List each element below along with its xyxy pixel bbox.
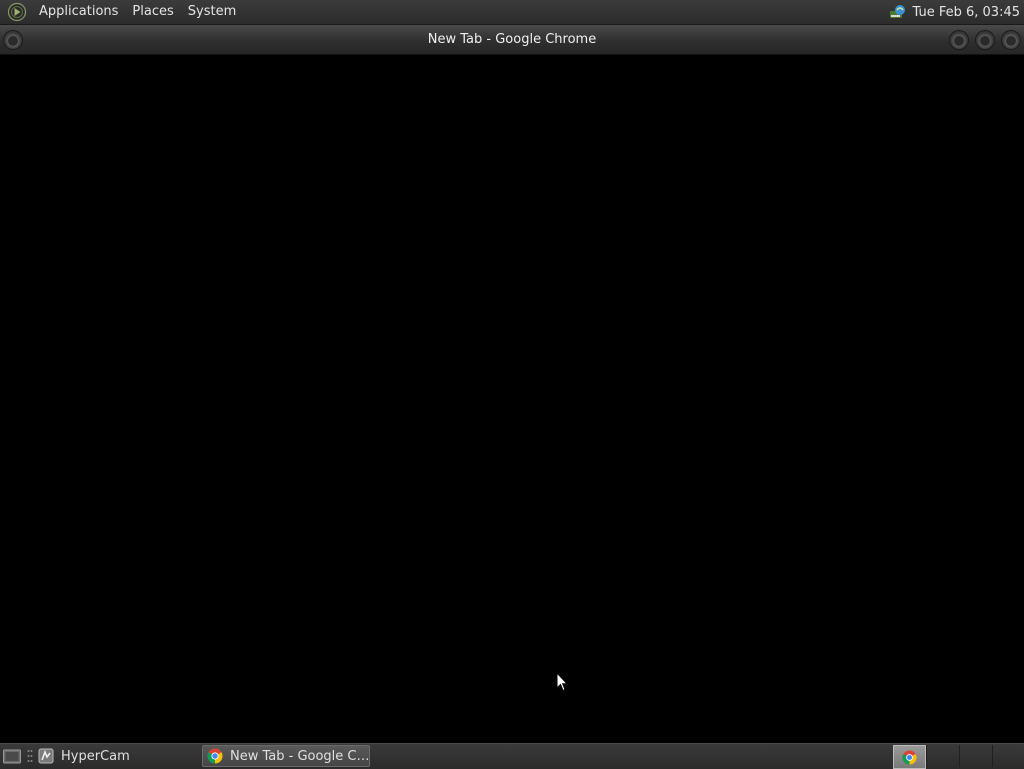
- workspace-4[interactable]: [992, 745, 1024, 767]
- clock[interactable]: Tue Feb 6, 03:45: [913, 5, 1021, 20]
- chrome-icon: [902, 749, 917, 765]
- window-title: New Tab - Google Chrome: [427, 32, 597, 47]
- taskbar-item-hypercam[interactable]: HyperCam: [34, 745, 198, 767]
- minimize-button[interactable]: [950, 31, 968, 49]
- maximize-button[interactable]: [976, 31, 994, 49]
- hypercam-icon: [38, 748, 54, 764]
- taskbar-item-label: New Tab - Google C…: [230, 748, 370, 764]
- browser-content-area[interactable]: [0, 55, 1024, 743]
- window-titlebar[interactable]: New Tab - Google Chrome: [0, 25, 1024, 55]
- menu-logo-icon[interactable]: [7, 2, 27, 22]
- bottom-panel: HyperCam New Tab - Google C…: [0, 743, 1024, 769]
- close-button[interactable]: [1002, 31, 1020, 49]
- taskbar-item-label: HyperCam: [61, 748, 130, 764]
- network-status-icon[interactable]: [889, 3, 907, 21]
- workspace-1[interactable]: [893, 745, 926, 769]
- mouse-cursor-icon: [556, 672, 568, 692]
- show-desktop-icon[interactable]: [3, 749, 21, 764]
- workspace-2[interactable]: [926, 745, 958, 767]
- taskbar-item-chrome[interactable]: New Tab - Google C…: [202, 745, 370, 767]
- top-panel: Applications Places System Tue Feb 6, 03…: [0, 0, 1024, 25]
- panel-drag-handle[interactable]: [27, 748, 33, 765]
- workspace-3[interactable]: [959, 745, 991, 767]
- chrome-icon: [207, 748, 223, 764]
- menu-places[interactable]: Places: [125, 0, 180, 24]
- menu-system[interactable]: System: [181, 0, 243, 24]
- menu-applications[interactable]: Applications: [32, 0, 125, 24]
